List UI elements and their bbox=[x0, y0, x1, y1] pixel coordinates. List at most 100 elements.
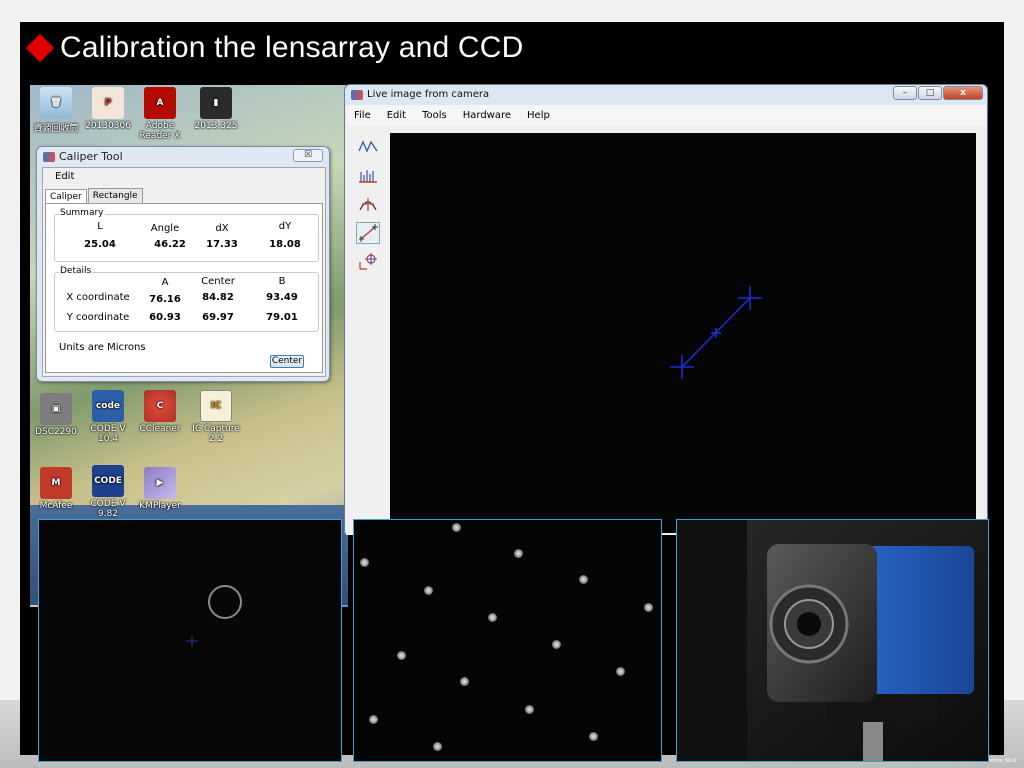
desktop-icon-label: CODE V 10.4 bbox=[90, 424, 126, 444]
app-logo-icon bbox=[351, 89, 363, 100]
center-button[interactable]: Center bbox=[270, 355, 304, 368]
x-coordinate-a: 76.16 bbox=[149, 294, 181, 305]
live-titlebar: Live image from camera bbox=[351, 89, 489, 100]
minimize-button[interactable]: – bbox=[893, 86, 917, 100]
adobe-reader-icon: A bbox=[144, 87, 176, 119]
desktop-icon-ccleaner[interactable]: C CCleaner bbox=[134, 390, 186, 434]
code-v-icon: code bbox=[92, 390, 124, 422]
photo-icon: ▣ bbox=[40, 393, 72, 425]
code-v-icon: CODE bbox=[92, 465, 124, 497]
desktop-icon-label: 資源回收筒 bbox=[33, 124, 79, 134]
ic-capture-icon: IC bbox=[200, 390, 232, 422]
caliper-titlebar: Caliper Tool bbox=[43, 150, 123, 163]
summary-label: Summary bbox=[59, 208, 105, 218]
menu-edit[interactable]: Edit bbox=[379, 110, 414, 121]
desktop-icon-code-v-9[interactable]: CODE CODE V 9.82 bbox=[82, 465, 134, 519]
peak-find-button[interactable] bbox=[356, 193, 380, 215]
camera-viewport[interactable] bbox=[390, 133, 976, 533]
spot-crosshair-icon bbox=[186, 635, 198, 647]
tab-rectangle[interactable]: Rectangle bbox=[87, 188, 143, 203]
desktop-icon-20130306[interactable]: P 20130306 bbox=[82, 87, 134, 131]
menu-tools[interactable]: Tools bbox=[414, 110, 455, 121]
app-logo-icon bbox=[43, 151, 55, 162]
desktop-icon-label: CCleaner bbox=[139, 424, 181, 434]
crosshair-icon bbox=[359, 253, 377, 270]
spot bbox=[579, 575, 588, 584]
spot bbox=[525, 705, 534, 714]
caliper-tool-window: Caliper Tool ☒ Edit Caliper Rectangle Su… bbox=[36, 146, 330, 382]
menu-file[interactable]: File bbox=[346, 110, 379, 121]
spot-ring bbox=[208, 585, 242, 619]
caliper-menu-edit[interactable]: Edit bbox=[55, 171, 74, 182]
y-coordinate-a: 60.93 bbox=[149, 312, 181, 323]
units-label: Units are Microns bbox=[59, 342, 146, 353]
desktop-icon-label: DSC2290 bbox=[35, 427, 77, 437]
details-header-center: Center bbox=[201, 276, 235, 287]
y-coordinate-label: Y coordinate bbox=[66, 312, 130, 323]
ccd-camera-photo bbox=[676, 519, 989, 762]
live-image-window: Live image from camera – □ x File Edit T… bbox=[344, 84, 988, 535]
y-coordinate-b: 79.01 bbox=[266, 312, 298, 323]
desktop-icon-label: CODE V 9.82 bbox=[90, 499, 126, 519]
close-button[interactable]: x bbox=[943, 86, 983, 100]
summary-header-angle: Angle bbox=[150, 223, 180, 234]
spot bbox=[488, 613, 497, 622]
mcafee-icon: M bbox=[40, 467, 72, 499]
desktop-icon-ic-capture[interactable]: IC IC Capture 2.2 bbox=[190, 390, 242, 444]
line-profile-button[interactable] bbox=[356, 135, 380, 157]
desktop-icon-label: KMPlayer bbox=[139, 501, 181, 511]
menu-hardware[interactable]: Hardware bbox=[455, 110, 519, 121]
maximize-button[interactable]: □ bbox=[918, 86, 942, 100]
presentation-file-icon: P bbox=[92, 87, 124, 119]
summary-value-dy: 18.08 bbox=[269, 239, 301, 250]
summary-group: Summary L Angle dX dY 25.04 46.22 17.33 … bbox=[54, 208, 319, 262]
caliper-close-button[interactable]: ☒ bbox=[293, 149, 323, 162]
single-spot-image bbox=[38, 519, 342, 762]
summary-header-dx: dX bbox=[215, 223, 229, 234]
spot-array-image bbox=[353, 519, 662, 762]
desktop-icon-recycle-bin[interactable]: 🗑 資源回收筒 bbox=[30, 87, 82, 134]
ccleaner-icon: C bbox=[144, 390, 176, 422]
histogram-icon bbox=[359, 170, 377, 183]
spot bbox=[552, 640, 561, 649]
desktop-icon-code-v-10[interactable]: code CODE V 10.4 bbox=[82, 390, 134, 444]
slide-stage: Department of Optics and Photonics, NCU … bbox=[0, 0, 1024, 768]
tab-caliper[interactable]: Caliper bbox=[45, 189, 87, 204]
slide-title: Calibration the lensarray and CCD bbox=[24, 30, 524, 66]
tool-palette bbox=[356, 135, 382, 280]
desktop-icon-folder[interactable]: ▮ 2013.325 bbox=[190, 87, 242, 131]
line-profile-icon bbox=[358, 140, 378, 153]
single-spot-overlay bbox=[186, 585, 242, 647]
caliper-button[interactable] bbox=[356, 222, 380, 244]
caliper-tabs: Caliper Rectangle bbox=[45, 188, 144, 204]
details-header-b: B bbox=[278, 276, 286, 287]
caliper-icon bbox=[359, 224, 378, 242]
desktop-icon-kmplayer[interactable]: ▶ KMPlayer bbox=[134, 467, 186, 511]
summary-header-dy: dY bbox=[278, 221, 292, 232]
window-controls: – □ x bbox=[893, 86, 983, 100]
folder-icon: ▮ bbox=[200, 87, 232, 119]
live-menubar: File Edit Tools Hardware Help bbox=[346, 105, 986, 125]
desktop-icon-label: McAfee bbox=[39, 501, 73, 511]
desktop-icon-mcafee[interactable]: M McAfee bbox=[30, 467, 82, 511]
y-coordinate-center: 69.97 bbox=[202, 312, 234, 323]
ccd-camera-illustration bbox=[677, 520, 988, 761]
desktop-icon-dsc2290[interactable]: ▣ DSC2290 bbox=[30, 393, 82, 437]
spot bbox=[616, 667, 625, 676]
slide-top-strip bbox=[0, 0, 1024, 22]
summary-header-l: L bbox=[97, 221, 103, 232]
desktop-icon-adobe-reader[interactable]: A Adobe Reader X bbox=[134, 87, 186, 141]
slide-title-text: Calibration the lensarray and CCD bbox=[60, 31, 524, 64]
spot bbox=[397, 651, 406, 660]
diamond-bullet-icon bbox=[25, 33, 55, 63]
desktop-icon-label: Adobe Reader X bbox=[139, 121, 181, 141]
crosshair-button[interactable] bbox=[356, 251, 380, 273]
desktop-icon-label: IC Capture 2.2 bbox=[192, 424, 240, 444]
x-coordinate-b: 93.49 bbox=[266, 292, 298, 303]
x-coordinate-center: 84.82 bbox=[202, 292, 234, 303]
spot bbox=[452, 523, 461, 532]
histogram-button[interactable] bbox=[356, 164, 380, 186]
kmplayer-icon: ▶ bbox=[144, 467, 176, 499]
spot bbox=[644, 603, 653, 612]
menu-help[interactable]: Help bbox=[519, 110, 558, 121]
